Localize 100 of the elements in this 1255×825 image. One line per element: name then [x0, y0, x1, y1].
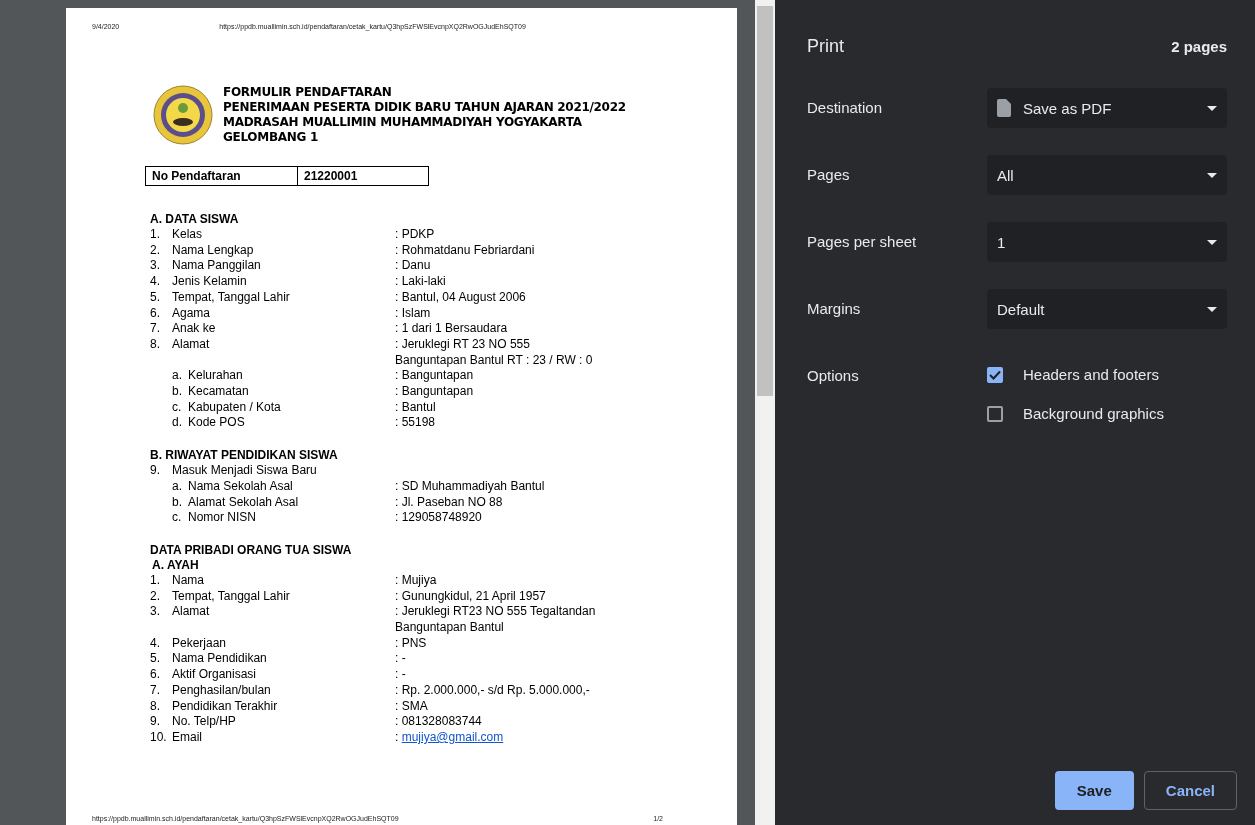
- item-number: 6.: [150, 667, 161, 683]
- scrollbar[interactable]: [755, 0, 775, 825]
- cancel-button[interactable]: Cancel: [1143, 771, 1237, 810]
- field-label: Alamat Sekolah Asal: [188, 494, 300, 511]
- setting-dropdown[interactable]: Save as PDF: [987, 88, 1227, 128]
- form-title: PENERIMAAN PESERTA DIDIK BARU TAHUN AJARAN 2021/2022: [223, 100, 626, 115]
- field-value: : SMA: [395, 698, 428, 715]
- section-heading: DATA PRIBADI ORANG TUA SISWA: [150, 542, 353, 558]
- field-label: No. Telp/HP: [172, 714, 237, 730]
- item-number: 5.: [150, 651, 161, 668]
- table-cell-text: 21220001: [303, 168, 359, 185]
- item-number: 2.: [150, 242, 161, 259]
- item-number: 2.: [150, 588, 161, 605]
- item-number: d.: [172, 415, 183, 432]
- field-label: Nomor NISN: [188, 510, 257, 526]
- field-label: Tempat, Tanggal Lahir: [172, 588, 291, 605]
- item-number: 9.: [150, 714, 161, 730]
- setting-label: Options: [807, 366, 860, 386]
- item-number: c.: [172, 510, 183, 526]
- field-value: : -: [395, 667, 406, 683]
- caret-icon: [1207, 105, 1217, 111]
- email-link[interactable]: mujiya@gmail.com: [401, 730, 504, 744]
- field-value: : 129058748920: [395, 510, 482, 526]
- field-value: : -: [395, 651, 406, 668]
- field-value: : Rp. 2.000.000,- s/d Rp. 5.000.000,-: [395, 682, 590, 699]
- setting-dropdown[interactable]: 1: [987, 222, 1227, 262]
- save-button[interactable]: Save: [1054, 771, 1134, 810]
- item-number: 6.: [150, 305, 161, 322]
- caret-icon: [1207, 239, 1217, 245]
- checkbox[interactable]: [987, 366, 1003, 383]
- item-number: a.: [172, 368, 183, 385]
- field-value: : 1 dari 1 Bersaudara: [395, 321, 508, 337]
- field-value: : Banguntapan: [395, 368, 474, 385]
- field-value: : Gunungkidul, 21 April 1957: [395, 588, 546, 605]
- panel-title: Print: [807, 35, 844, 57]
- field-label: Jenis Kelamin: [172, 274, 248, 290]
- field-label: Kelas: [172, 227, 204, 243]
- setting-dropdown[interactable]: Default: [987, 289, 1227, 329]
- field-label: Nama Sekolah Asal: [188, 478, 294, 495]
- field-label: Aktif Organisasi: [172, 667, 258, 683]
- field-label: Masuk Menjadi Siswa Baru: [172, 463, 318, 479]
- setting-label: Pages: [807, 165, 851, 185]
- field-label: Nama: [172, 572, 205, 589]
- field-value: : Bantul, 04 August 2006: [395, 289, 526, 306]
- field-value: : Banguntapan: [395, 384, 474, 400]
- setting-label: Destination: [807, 98, 884, 118]
- setting-label: Pages per sheet: [807, 232, 918, 252]
- field-label: Pekerjaan: [172, 635, 228, 652]
- form-title: FORMULIR PENDAFTARAN: [223, 85, 393, 100]
- field-label: Kelurahan: [188, 368, 244, 385]
- field-value: : Jeruklegi RT 23 NO 555: [395, 336, 530, 353]
- field-label: Alamat: [172, 604, 211, 621]
- item-number: 1.: [150, 227, 161, 243]
- item-number: 4.: [150, 274, 161, 290]
- checkbox[interactable]: [987, 405, 1003, 422]
- scrollbar-thumb[interactable]: [757, 6, 773, 396]
- form-title: MADRASAH MUALLIMIN MUHAMMADIYAH YOGYAKARTA: [223, 115, 583, 130]
- item-number: b.: [172, 494, 183, 511]
- page-count: 2 pages: [1171, 37, 1227, 55]
- document-icon: [997, 99, 1011, 117]
- school-emblem-icon: [153, 84, 213, 146]
- field-value: : PDKP: [395, 227, 435, 243]
- section-heading: B. RIWAYAT PENDIDIKAN SISWA: [150, 448, 339, 464]
- field-value: : PNS: [395, 635, 427, 652]
- field-label: Agama: [172, 305, 212, 322]
- field-value: : Danu: [395, 258, 431, 275]
- field-value: : Bantul: [395, 399, 436, 416]
- item-number: 4.: [150, 635, 161, 652]
- field-value: : Jeruklegi RT23 NO 555 Tegaltandan: [395, 604, 596, 621]
- field-value: Banguntapan Bantul: [395, 620, 504, 636]
- item-number: 7.: [150, 321, 161, 337]
- setting-label: Margins: [807, 299, 862, 319]
- item-number: 7.: [150, 682, 161, 699]
- item-number: 10.: [150, 730, 168, 746]
- field-value: : Mujiya: [395, 572, 437, 589]
- item-number: 3.: [150, 604, 161, 621]
- setting-dropdown[interactable]: All: [987, 155, 1227, 195]
- item-number: 8.: [150, 336, 161, 353]
- item-number: 1.: [150, 572, 161, 589]
- field-label: Alamat: [172, 336, 211, 353]
- field-label: Nama Pendidikan: [172, 651, 268, 668]
- checkbox-label: Background graphics: [1023, 405, 1164, 422]
- checkbox-label: Headers and footers: [1023, 366, 1159, 383]
- field-label: Tempat, Tanggal Lahir: [172, 289, 291, 306]
- form-title: GELOMBANG 1: [223, 130, 319, 145]
- field-value: : 081328083744: [395, 714, 482, 730]
- table-cell: No Pendaftaran: [146, 167, 298, 185]
- field-label: Penghasilan/bulan: [172, 682, 272, 699]
- section-heading: A. DATA SISWA: [150, 212, 240, 227]
- item-number: c.: [172, 399, 183, 416]
- field-label: Nama Lengkap: [172, 242, 255, 259]
- item-number: a.: [172, 478, 183, 495]
- field-label: Kabupaten / Kota: [188, 399, 282, 416]
- section-subheading: A. AYAH: [152, 557, 200, 573]
- item-number: 9.: [150, 463, 161, 479]
- field-value: : 55198: [395, 415, 436, 432]
- field-value: : Islam: [395, 305, 431, 322]
- item-number: b.: [172, 384, 183, 400]
- field-label: Email: [172, 730, 203, 746]
- field-value: : Rohmatdanu Febriardani: [395, 242, 535, 259]
